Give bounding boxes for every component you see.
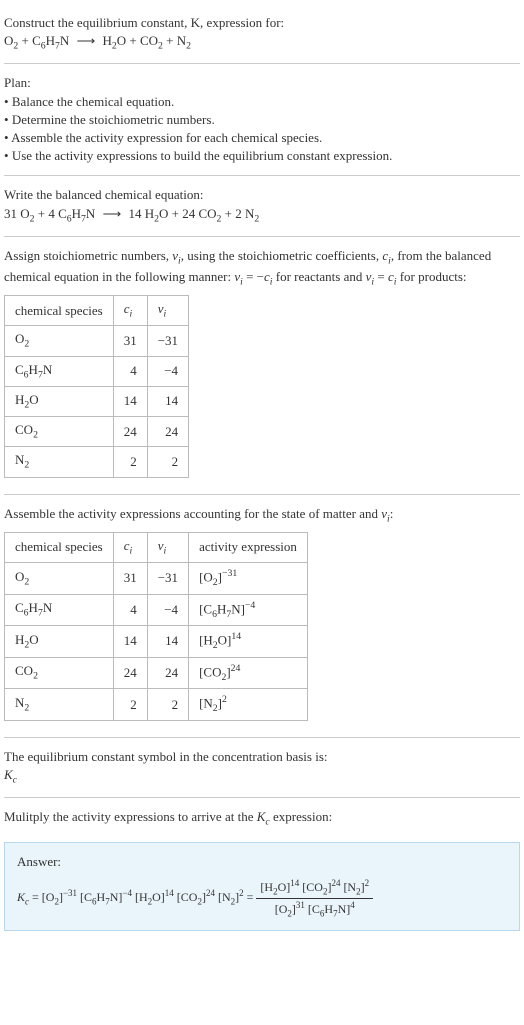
plan-item: Assemble the activity expression for eac… [4,129,520,147]
cell-vi: 14 [147,626,188,658]
cell-ci: 4 [113,356,147,386]
cell-ci: 2 [113,689,147,721]
activity-table: chemical species ci νi activity expressi… [4,532,308,721]
cell-vi: −4 [147,356,188,386]
col-activity: activity expression [189,532,308,562]
cell-vi: −4 [147,594,188,626]
multiply-heading: Mulitply the activity expressions to arr… [4,808,520,829]
kc-symbol-heading: The equilibrium constant symbol in the c… [4,748,520,766]
cell-vi: 24 [147,657,188,689]
divider [4,737,520,738]
cell-ci: 31 [113,563,147,595]
divider [4,63,520,64]
cell-ci: 14 [113,626,147,658]
table-row: N222 [5,447,189,477]
intro-line1: Construct the equilibrium constant, K, e… [4,14,520,32]
multiply-section: Mulitply the activity expressions to arr… [4,802,520,835]
kc-fraction-numerator: [H2O]14 [CO2]24 [N2]2 [256,877,373,899]
plan-heading: Plan: [4,74,520,92]
cell-species: H2O [5,626,114,658]
cell-species: H2O [5,386,114,416]
cell-activity: [CO2]24 [189,657,308,689]
table-header-row: chemical species ci νi activity expressi… [5,532,308,562]
stoich-heading: Assign stoichiometric numbers, νi, using… [4,247,520,289]
table-row: H2O1414[H2O]14 [5,626,308,658]
cell-vi: 2 [147,447,188,477]
unbalanced-equation: O2 + C6H7N ⟶ H2O + CO2 + N2 [4,32,520,53]
cell-activity: [N2]2 [189,689,308,721]
cell-ci: 31 [113,326,147,356]
activity-heading: Assemble the activity expressions accoun… [4,505,520,526]
cell-vi: −31 [147,563,188,595]
cell-activity: [H2O]14 [189,626,308,658]
plan-list: Balance the chemical equation. Determine… [4,93,520,166]
cell-activity: [O2]−31 [189,563,308,595]
balanced-section: Write the balanced chemical equation: 31… [4,180,520,231]
cell-species: CO2 [5,417,114,447]
table-row: C6H7N4−4[C6H7N]−4 [5,594,308,626]
answer-label: Answer: [17,853,507,871]
kc-fraction-denominator: [O2]31 [C6H7N]4 [256,899,373,920]
plan-item: Balance the chemical equation. [4,93,520,111]
kc-fraction: [H2O]14 [CO2]24 [N2]2[O2]31 [C6H7N]4 [256,877,373,920]
cell-species: N2 [5,447,114,477]
cell-ci: 24 [113,417,147,447]
stoich-section: Assign stoichiometric numbers, νi, using… [4,241,520,490]
table-row: CO22424[CO2]24 [5,657,308,689]
plan-item: Use the activity expressions to build th… [4,147,520,165]
balanced-heading: Write the balanced chemical equation: [4,186,520,204]
col-ci: ci [113,296,147,326]
kc-symbol-section: The equilibrium constant symbol in the c… [4,742,520,793]
divider [4,236,520,237]
cell-ci: 14 [113,386,147,416]
divider [4,175,520,176]
table-row: C6H7N4−4 [5,356,189,386]
kc-symbol: Kc [4,766,520,787]
cell-ci: 2 [113,447,147,477]
cell-vi: −31 [147,326,188,356]
plan-section: Plan: Balance the chemical equation. Det… [4,68,520,171]
kc-lhs: Kc = [O2]−31 [C6H7N]−4 [H2O]14 [CO2]24 [… [17,890,256,904]
cell-species: O2 [5,563,114,595]
cell-ci: 24 [113,657,147,689]
table-header-row: chemical species ci νi [5,296,189,326]
stoich-table: chemical species ci νi O231−31 C6H7N4−4 … [4,295,189,477]
col-vi: νi [147,296,188,326]
cell-species: O2 [5,326,114,356]
col-ci: ci [113,532,147,562]
table-row: H2O1414 [5,386,189,416]
balanced-equation: 31 O2 + 4 C6H7N ⟶ 14 H2O + 24 CO2 + 2 N2 [4,205,520,226]
activity-section: Assemble the activity expressions accoun… [4,499,520,733]
table-row: N222[N2]2 [5,689,308,721]
answer-box: Answer: Kc = [O2]−31 [C6H7N]−4 [H2O]14 [… [4,842,520,931]
table-row: O231−31[O2]−31 [5,563,308,595]
intro-section: Construct the equilibrium constant, K, e… [4,8,520,59]
table-row: O231−31 [5,326,189,356]
table-row: CO22424 [5,417,189,447]
divider [4,494,520,495]
kc-expression: Kc = [O2]−31 [C6H7N]−4 [H2O]14 [CO2]24 [… [17,877,507,920]
cell-ci: 4 [113,594,147,626]
cell-vi: 2 [147,689,188,721]
cell-species: C6H7N [5,356,114,386]
cell-species: C6H7N [5,594,114,626]
cell-species: N2 [5,689,114,721]
col-vi: νi [147,532,188,562]
col-species: chemical species [5,296,114,326]
cell-vi: 24 [147,417,188,447]
col-species: chemical species [5,532,114,562]
divider [4,797,520,798]
cell-vi: 14 [147,386,188,416]
cell-species: CO2 [5,657,114,689]
cell-activity: [C6H7N]−4 [189,594,308,626]
plan-item: Determine the stoichiometric numbers. [4,111,520,129]
